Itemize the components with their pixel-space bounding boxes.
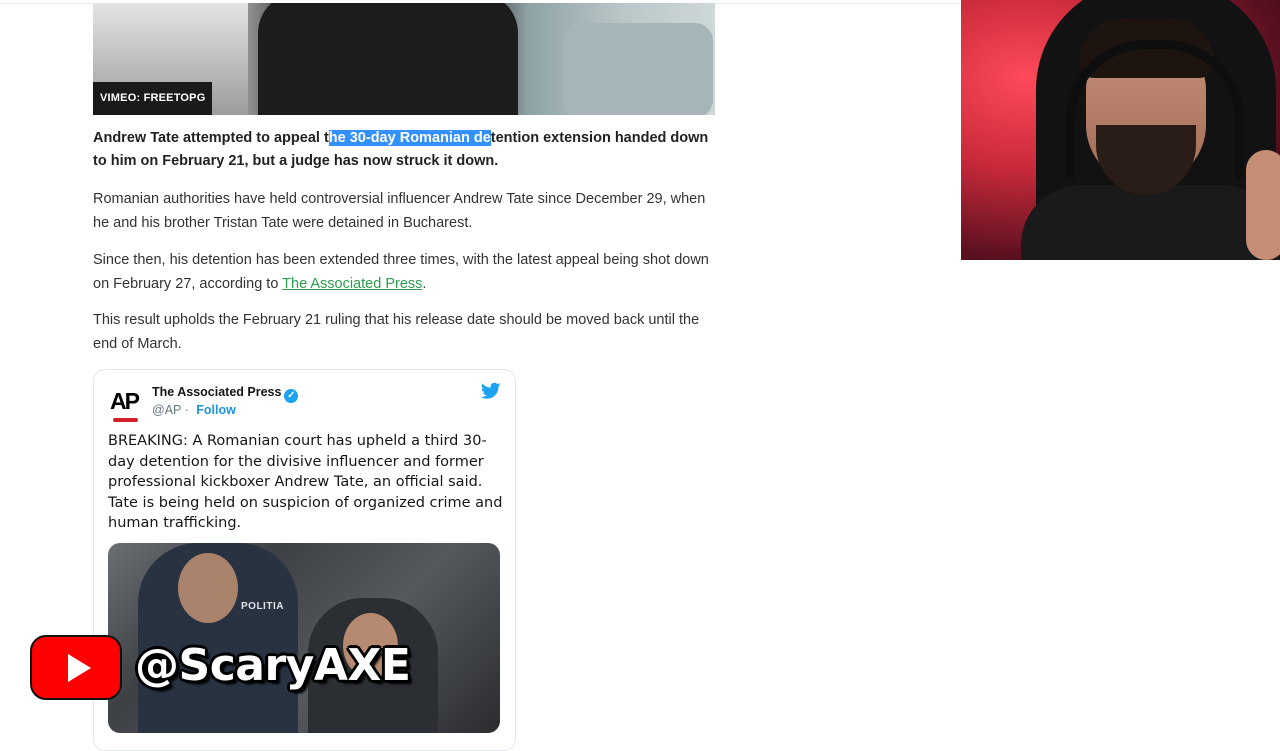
- police-badge-text: POLITIA: [241, 601, 284, 612]
- article-paragraph-1: Romanian authorities have held controver…: [93, 191, 706, 231]
- youtube-play-icon: [30, 635, 122, 700]
- ap-logo[interactable]: AP: [110, 386, 146, 422]
- article-hero-image: VIMEO: FREETOPG: [93, 3, 715, 115]
- article-lead[interactable]: Andrew Tate attempted to appeal the 30-d…: [93, 127, 718, 173]
- article-paragraph-2: Since then, his detention has been exten…: [93, 252, 709, 292]
- image-credit: VIMEO: FREETOPG: [93, 82, 213, 115]
- tweet-handle-row: @AP · Follow: [152, 403, 236, 417]
- verified-check-icon: ✓: [284, 389, 299, 403]
- headset-icon: [1066, 40, 1244, 179]
- channel-handle: @ScaryAXE: [135, 640, 411, 691]
- webcam-overlay: [961, 0, 1280, 260]
- tweet-handle[interactable]: @AP: [152, 403, 181, 417]
- tweet-text: BREAKING: A Romanian court has upheld a …: [108, 433, 503, 531]
- article-paragraph-3: This result upholds the February 21 ruli…: [93, 312, 700, 352]
- twitter-bird-icon[interactable]: [481, 382, 501, 400]
- associated-press-link[interactable]: The Associated Press: [282, 276, 422, 292]
- tweet-author[interactable]: The Associated Press ✓: [152, 385, 299, 403]
- embedded-tweet[interactable]: AP The Associated Press ✓ @AP · Follow BR…: [93, 369, 516, 751]
- text-selection[interactable]: he 30-day Romanian de: [328, 130, 491, 146]
- follow-button[interactable]: Follow: [196, 403, 236, 417]
- tweet-photo[interactable]: POLITIA: [108, 543, 500, 733]
